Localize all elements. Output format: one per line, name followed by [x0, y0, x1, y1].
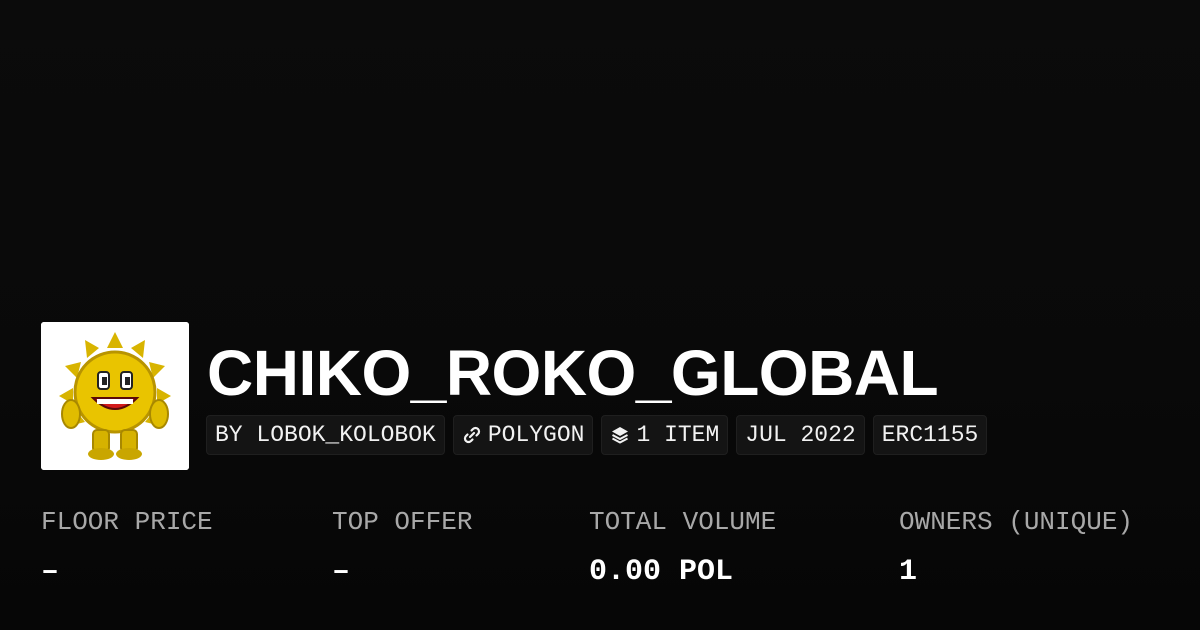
- date-chip: JUL 2022: [736, 415, 865, 455]
- creator-label: BY LOBOK_KOLOBOK: [215, 422, 436, 448]
- stat-total-volume: TOTAL VOLUME 0.00 POL: [589, 504, 776, 590]
- stat-value: –: [41, 555, 60, 589]
- sun-mascot-image: [41, 322, 189, 470]
- stat-top-offer: TOP OFFER –: [332, 504, 472, 590]
- stat-owners: OWNERS (UNIQUE) 1: [899, 504, 1133, 590]
- stat-label: TOP OFFER: [332, 507, 473, 537]
- stat-label: OWNERS (UNIQUE): [899, 507, 1134, 537]
- creator-chip[interactable]: BY LOBOK_KOLOBOK: [206, 415, 445, 455]
- items-chip: 1 ITEM: [601, 415, 729, 455]
- collection-meta-chips: BY LOBOK_KOLOBOK POLYGON 1 ITEM JUL 2022…: [206, 415, 988, 455]
- link-icon: [462, 425, 482, 445]
- stat-value: 0.00 POL: [589, 555, 734, 589]
- collection-card: CHIKO_ROKO_GLOBAL BY LOBOK_KOLOBOK POLYG…: [0, 0, 1200, 630]
- chain-label: POLYGON: [487, 422, 585, 448]
- stat-label: FLOOR PRICE: [41, 507, 213, 537]
- stat-label: TOTAL VOLUME: [589, 507, 777, 537]
- stat-floor-price: FLOOR PRICE –: [41, 504, 213, 590]
- collection-stats: FLOOR PRICE – TOP OFFER – TOTAL VOLUME 0…: [41, 504, 1181, 604]
- standard-label: ERC1155: [881, 422, 979, 448]
- layers-icon: [610, 425, 630, 445]
- collection-avatar: [41, 322, 189, 470]
- standard-chip: ERC1155: [872, 415, 988, 455]
- stat-value: –: [332, 555, 351, 589]
- collection-title: CHIKO_ROKO_GLOBAL: [207, 337, 939, 409]
- stat-value: 1: [899, 555, 918, 589]
- items-label: 1 ITEM: [636, 422, 720, 448]
- chain-chip: POLYGON: [452, 415, 594, 455]
- date-label: JUL 2022: [745, 422, 856, 448]
